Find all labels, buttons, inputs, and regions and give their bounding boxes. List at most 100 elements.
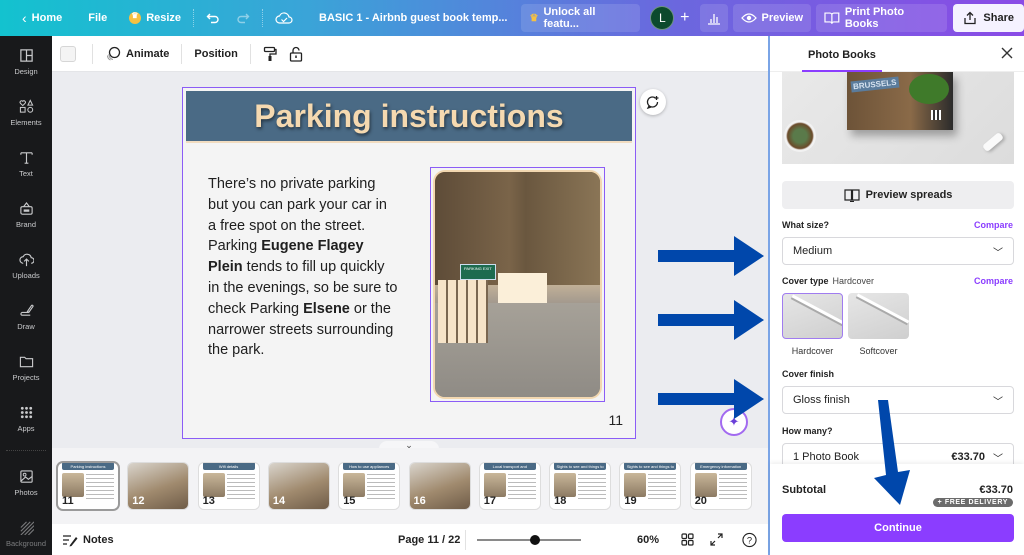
thumbnail-page-number: 11 (62, 495, 74, 507)
sidebar-item-text[interactable]: Text (0, 138, 52, 189)
file-menu[interactable]: File (80, 0, 115, 36)
page-thumbnail[interactable]: Sights to see and things to do 18 (550, 463, 611, 509)
slide-page[interactable]: Parking instructions There’s no private … (182, 87, 636, 439)
upload-cloud-icon (18, 253, 34, 266)
undo-button[interactable] (198, 0, 228, 36)
bold-text-run: Elsene (303, 300, 350, 317)
continue-button[interactable]: Continue (782, 514, 1014, 542)
fullscreen-button[interactable] (709, 532, 724, 547)
sidebar-item-projects[interactable]: Projects (0, 342, 52, 393)
sidebar-item-photos[interactable]: Photos (0, 457, 52, 508)
size-select[interactable]: Medium ﹀ (782, 237, 1014, 265)
help-button[interactable]: ? (742, 532, 757, 547)
page-thumbnail[interactable]: Local transport and information 17 (479, 463, 540, 509)
redo-button[interactable] (228, 0, 258, 36)
page-indicator[interactable]: Page 11 / 22 (398, 534, 460, 546)
slide-body-text[interactable]: There’s no private parking but you can p… (208, 174, 398, 361)
add-collaborator-button[interactable]: + (674, 0, 695, 36)
home-button[interactable]: ‹ Home (14, 0, 70, 36)
photo-book-mockup-image: BRUSSELS (782, 72, 1014, 164)
thumbnail-text-lines (86, 474, 114, 500)
hardcover-caption: Hardcover (791, 346, 834, 356)
cover-finish-value: Gloss finish (793, 394, 850, 406)
background-color-swatch[interactable] (60, 45, 76, 62)
file-label: File (88, 12, 108, 24)
expand-icon (710, 533, 723, 546)
page-thumbnail[interactable]: Wifi details 13 (198, 463, 259, 509)
close-icon[interactable] (1000, 46, 1014, 60)
zoom-slider-handle[interactable] (529, 535, 540, 545)
document-title-text: BASIC 1 - Airbnb guest book temp... (319, 12, 508, 24)
page-thumbnail[interactable]: 14 (268, 463, 329, 509)
page-thumbnail[interactable]: Parking instructions 11 (58, 463, 118, 509)
size-value: Medium (793, 245, 833, 257)
book-spread-icon (843, 188, 860, 202)
grid-view-button[interactable] (680, 532, 695, 547)
cover-option-hardcover[interactable] (782, 293, 843, 339)
shapes-icon (19, 98, 33, 113)
brand-icon (19, 201, 33, 215)
sidebar-label: Photos (14, 487, 38, 497)
document-title[interactable]: BASIC 1 - Airbnb guest book temp... (311, 0, 515, 36)
thumbnail-title: Parking instructions (62, 463, 114, 470)
zoom-percentage[interactable]: 60% (637, 534, 659, 546)
lock-button[interactable] (283, 36, 309, 72)
avatar[interactable]: L (650, 6, 675, 30)
sidebar-item-brand[interactable]: Brand (0, 189, 52, 240)
slide-title[interactable]: Parking instructions (254, 98, 563, 135)
share-button[interactable]: Share (953, 4, 1024, 32)
thumbnail-title: Wifi details (202, 463, 255, 470)
slide-header-banner[interactable]: Parking instructions (186, 91, 632, 143)
divider (181, 43, 183, 64)
thumbnail-image (202, 473, 225, 497)
cover-type-current: Hardcover (832, 276, 875, 286)
unlock-features-button[interactable]: ♛ Unlock all featu... (521, 4, 641, 32)
page-thumbnail[interactable]: How to use appliances 15 (339, 463, 400, 509)
cloud-save-status[interactable] (267, 0, 301, 36)
thumbnail-title: Emergency information (694, 463, 747, 470)
notes-button[interactable]: Notes (62, 533, 114, 547)
animate-button[interactable]: Animate (99, 36, 175, 72)
preview-spreads-button[interactable]: Preview spreads (782, 181, 1014, 209)
cover-option-softcover[interactable] (848, 293, 909, 339)
sidebar-label: Projects (12, 372, 40, 382)
divider (193, 9, 195, 27)
add-comment-button[interactable] (640, 89, 666, 115)
sidebar-item-elements[interactable]: Elements (0, 87, 52, 138)
undo-icon (206, 13, 219, 24)
book-open-icon (824, 12, 840, 25)
sidebar-item-design[interactable]: Design (0, 36, 52, 87)
copy-style-button[interactable] (257, 36, 283, 72)
sidebar-item-background[interactable]: Background (0, 508, 52, 555)
qr-code-graphic (931, 110, 941, 120)
thumbnail-image (624, 473, 647, 497)
resize-button[interactable]: Resize (121, 0, 189, 36)
sidebar-item-apps[interactable]: Apps (0, 393, 52, 444)
apps-grid-icon (20, 406, 32, 418)
thumbnail-text-lines (648, 474, 677, 500)
tab-photo-books[interactable]: Photo Books (802, 36, 882, 72)
page-thumbnail[interactable]: 12 (128, 463, 189, 509)
divider (262, 9, 264, 27)
slide-image-frame[interactable]: PARKING EXIT (430, 167, 605, 402)
page-thumbnail[interactable]: Emergency information 20 (690, 463, 751, 509)
left-sidebar: Design Elements Text Brand Uploads Draw … (0, 36, 52, 555)
sidebar-label: Draw (17, 321, 35, 331)
book-plant (909, 74, 949, 104)
page-thumbnail[interactable]: 16 (409, 463, 470, 509)
sidebar-item-uploads[interactable]: Uploads (0, 240, 52, 291)
thumbnail-page-number: 16 (413, 495, 426, 507)
compare-cover-link[interactable]: Compare (974, 276, 1013, 286)
sidebar-item-draw[interactable]: Draw (0, 291, 52, 342)
parking-garage-photo: PARKING EXIT (433, 170, 602, 399)
insights-button[interactable] (699, 4, 728, 32)
preview-button[interactable]: Preview (732, 4, 812, 32)
page-thumbnail[interactable]: Sights to see and things to do 19 (620, 463, 681, 509)
thumbnail-image (694, 473, 717, 497)
compare-size-link[interactable]: Compare (974, 220, 1013, 230)
thumbnail-title: Sights to see and things to do (554, 463, 607, 476)
print-photo-books-button[interactable]: Print Photo Books (816, 4, 948, 32)
photo-icon (19, 469, 33, 483)
photo-exit-sign: PARKING EXIT (459, 264, 497, 280)
position-button[interactable]: Position (188, 36, 243, 72)
